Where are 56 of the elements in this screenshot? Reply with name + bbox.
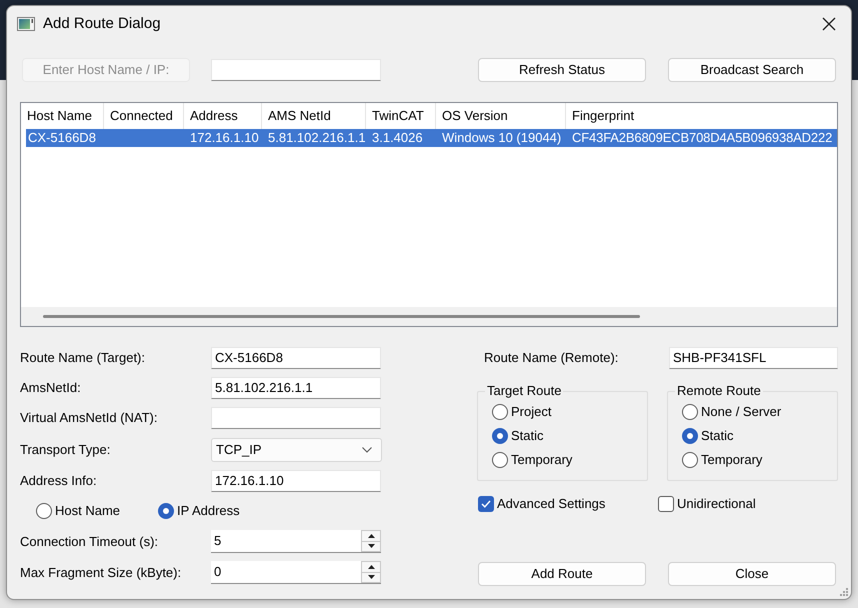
- table-cell-text: CX-5166D8: [27, 129, 97, 147]
- radio-button[interactable]: Static: [492, 424, 632, 448]
- spin-up-button[interactable]: [361, 561, 381, 572]
- checkbox[interactable]: Advanced Settings: [478, 494, 658, 514]
- text-field[interactable]: [211, 59, 381, 81]
- triangle-down-icon: [368, 575, 374, 580]
- table-cell-text: 172.16.1.10: [189, 129, 260, 147]
- field-label: Route Name (Target):: [20, 349, 146, 368]
- text-field[interactable]: 5.81.102.216.1.1: [211, 377, 381, 399]
- group-title: Remote Route: [676, 383, 762, 399]
- number-field[interactable]: 5: [211, 530, 381, 553]
- text-field[interactable]: [211, 407, 381, 429]
- triangle-up-icon: [368, 534, 374, 538]
- field-label: AmsNetId:: [20, 379, 82, 398]
- radio-button[interactable]: Static: [682, 424, 822, 448]
- window-icon: [17, 17, 35, 31]
- table-cell-text: CF43FA2B6809ECB708D4A5B096938AD222: [571, 129, 834, 147]
- number-field[interactable]: 0: [211, 561, 381, 584]
- push-button[interactable]: Refresh Status: [478, 58, 646, 82]
- push-button[interactable]: Add Route: [478, 562, 646, 586]
- spin-up-button[interactable]: [361, 530, 381, 542]
- radio-button[interactable]: Temporary: [682, 448, 822, 472]
- table-row[interactable]: CX-5166D8 172.16.1.10 5.81.102.216.1.1 3.1.4026 Windows 10 (19044) CF43FA2B6809ECB708D4A5B096938AD222: [26, 129, 837, 147]
- radio-button[interactable]: Project: [492, 400, 632, 424]
- spin-down-button[interactable]: [361, 542, 381, 552]
- triangle-up-icon: [368, 564, 374, 569]
- field-label: Route Name (Remote):: [484, 349, 618, 368]
- triangle-down-icon: [368, 544, 374, 548]
- field-label: Transport Type:: [20, 441, 112, 460]
- table-cell-text: 3.1.4026: [371, 129, 424, 147]
- scrollbar-thumb[interactable]: [43, 315, 640, 318]
- push-button[interactable]: Close: [668, 562, 836, 586]
- field-label: Connection Timeout (s):: [20, 532, 160, 551]
- radio-button[interactable]: None / Server: [682, 400, 822, 424]
- horizontal-scrollbar[interactable]: [21, 307, 837, 326]
- window-title: Add Route Dialog: [43, 14, 161, 34]
- radio-button[interactable]: IP Address: [158, 500, 280, 522]
- text-field[interactable]: 172.16.1.10: [211, 470, 381, 492]
- close-icon: [822, 17, 836, 31]
- dropdown[interactable]: TCP_IP: [211, 438, 382, 462]
- table-cell-text: Windows 10 (19044): [441, 129, 562, 147]
- resize-grip-icon[interactable]: [840, 588, 848, 596]
- push-button[interactable]: Broadcast Search: [668, 58, 836, 82]
- radio-button[interactable]: Temporary: [492, 448, 632, 472]
- field-label: Virtual AmsNetId (NAT):: [20, 409, 158, 428]
- spin-down-button[interactable]: [361, 572, 381, 583]
- text-field[interactable]: CX-5166D8: [211, 347, 381, 369]
- group-title: Target Route: [486, 383, 562, 399]
- text-field[interactable]: SHB-PF341SFL: [669, 347, 838, 369]
- field-label: Max Fragment Size (kByte):: [20, 564, 182, 582]
- field-label: Address Info:: [20, 472, 98, 490]
- radio-button[interactable]: Host Name: [36, 500, 158, 522]
- column-header[interactable]: Fingerprint: [566, 103, 837, 129]
- table-cell-text: 5.81.102.216.1.1: [267, 129, 366, 147]
- chevron-down-icon: [362, 447, 372, 453]
- checkbox[interactable]: Unidirectional: [658, 494, 838, 514]
